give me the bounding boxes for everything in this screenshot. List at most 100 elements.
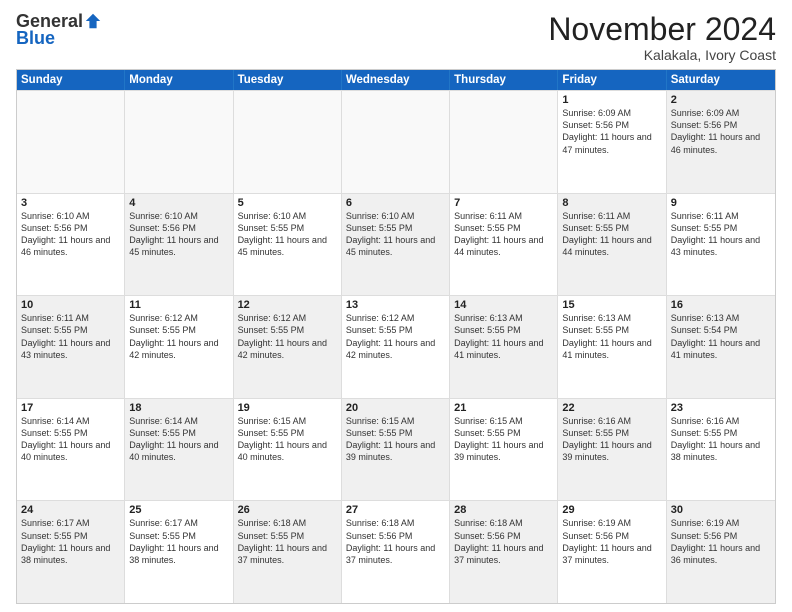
calendar-cell: 27Sunrise: 6:18 AMSunset: 5:56 PMDayligh… (342, 501, 450, 603)
calendar-row-4: 24Sunrise: 6:17 AMSunset: 5:55 PMDayligh… (17, 500, 775, 603)
day-number: 28 (454, 504, 553, 516)
day-number: 13 (346, 299, 445, 311)
logo: General Blue (16, 12, 102, 49)
calendar-header: SundayMondayTuesdayWednesdayThursdayFrid… (17, 70, 775, 90)
cell-info: Sunrise: 6:18 AMSunset: 5:56 PMDaylight:… (454, 517, 553, 566)
cell-info: Sunrise: 6:10 AMSunset: 5:56 PMDaylight:… (21, 210, 120, 259)
day-number: 30 (671, 504, 771, 516)
day-number: 18 (129, 402, 228, 414)
calendar-cell: 5Sunrise: 6:10 AMSunset: 5:55 PMDaylight… (234, 194, 342, 296)
logo-blue-text: Blue (16, 28, 55, 49)
calendar-cell: 25Sunrise: 6:17 AMSunset: 5:55 PMDayligh… (125, 501, 233, 603)
day-number: 12 (238, 299, 337, 311)
cell-info: Sunrise: 6:15 AMSunset: 5:55 PMDaylight:… (454, 415, 553, 464)
day-header-tuesday: Tuesday (234, 70, 342, 90)
calendar-cell: 15Sunrise: 6:13 AMSunset: 5:55 PMDayligh… (558, 296, 666, 398)
day-number: 9 (671, 197, 771, 209)
cell-info: Sunrise: 6:16 AMSunset: 5:55 PMDaylight:… (671, 415, 771, 464)
calendar-row-3: 17Sunrise: 6:14 AMSunset: 5:55 PMDayligh… (17, 398, 775, 501)
calendar: SundayMondayTuesdayWednesdayThursdayFrid… (16, 69, 776, 604)
calendar-cell: 6Sunrise: 6:10 AMSunset: 5:55 PMDaylight… (342, 194, 450, 296)
calendar-cell: 8Sunrise: 6:11 AMSunset: 5:55 PMDaylight… (558, 194, 666, 296)
calendar-cell (17, 91, 125, 193)
cell-info: Sunrise: 6:19 AMSunset: 5:56 PMDaylight:… (671, 517, 771, 566)
cell-info: Sunrise: 6:11 AMSunset: 5:55 PMDaylight:… (562, 210, 661, 259)
cell-info: Sunrise: 6:14 AMSunset: 5:55 PMDaylight:… (21, 415, 120, 464)
cell-info: Sunrise: 6:14 AMSunset: 5:55 PMDaylight:… (129, 415, 228, 464)
header: General Blue November 2024 Kalakala, Ivo… (16, 12, 776, 63)
day-number: 7 (454, 197, 553, 209)
day-number: 21 (454, 402, 553, 414)
calendar-cell (342, 91, 450, 193)
calendar-cell: 19Sunrise: 6:15 AMSunset: 5:55 PMDayligh… (234, 399, 342, 501)
calendar-cell: 21Sunrise: 6:15 AMSunset: 5:55 PMDayligh… (450, 399, 558, 501)
cell-info: Sunrise: 6:18 AMSunset: 5:55 PMDaylight:… (238, 517, 337, 566)
calendar-cell: 9Sunrise: 6:11 AMSunset: 5:55 PMDaylight… (667, 194, 775, 296)
cell-info: Sunrise: 6:13 AMSunset: 5:55 PMDaylight:… (454, 312, 553, 361)
cell-info: Sunrise: 6:10 AMSunset: 5:55 PMDaylight:… (346, 210, 445, 259)
cell-info: Sunrise: 6:10 AMSunset: 5:56 PMDaylight:… (129, 210, 228, 259)
cell-info: Sunrise: 6:17 AMSunset: 5:55 PMDaylight:… (21, 517, 120, 566)
calendar-cell: 20Sunrise: 6:15 AMSunset: 5:55 PMDayligh… (342, 399, 450, 501)
cell-info: Sunrise: 6:15 AMSunset: 5:55 PMDaylight:… (238, 415, 337, 464)
title-block: November 2024 Kalakala, Ivory Coast (548, 12, 776, 63)
calendar-cell: 1Sunrise: 6:09 AMSunset: 5:56 PMDaylight… (558, 91, 666, 193)
calendar-cell: 12Sunrise: 6:12 AMSunset: 5:55 PMDayligh… (234, 296, 342, 398)
day-number: 10 (21, 299, 120, 311)
day-number: 23 (671, 402, 771, 414)
day-number: 29 (562, 504, 661, 516)
cell-info: Sunrise: 6:11 AMSunset: 5:55 PMDaylight:… (671, 210, 771, 259)
calendar-row-2: 10Sunrise: 6:11 AMSunset: 5:55 PMDayligh… (17, 295, 775, 398)
day-number: 20 (346, 402, 445, 414)
calendar-cell: 3Sunrise: 6:10 AMSunset: 5:56 PMDaylight… (17, 194, 125, 296)
calendar-cell: 28Sunrise: 6:18 AMSunset: 5:56 PMDayligh… (450, 501, 558, 603)
calendar-cell: 7Sunrise: 6:11 AMSunset: 5:55 PMDaylight… (450, 194, 558, 296)
day-number: 27 (346, 504, 445, 516)
cell-info: Sunrise: 6:13 AMSunset: 5:55 PMDaylight:… (562, 312, 661, 361)
calendar-cell (125, 91, 233, 193)
calendar-cell: 22Sunrise: 6:16 AMSunset: 5:55 PMDayligh… (558, 399, 666, 501)
logo-icon (84, 12, 102, 30)
calendar-cell: 13Sunrise: 6:12 AMSunset: 5:55 PMDayligh… (342, 296, 450, 398)
day-number: 26 (238, 504, 337, 516)
calendar-cell: 4Sunrise: 6:10 AMSunset: 5:56 PMDaylight… (125, 194, 233, 296)
calendar-cell: 24Sunrise: 6:17 AMSunset: 5:55 PMDayligh… (17, 501, 125, 603)
calendar-cell: 11Sunrise: 6:12 AMSunset: 5:55 PMDayligh… (125, 296, 233, 398)
calendar-cell: 16Sunrise: 6:13 AMSunset: 5:54 PMDayligh… (667, 296, 775, 398)
calendar-row-1: 3Sunrise: 6:10 AMSunset: 5:56 PMDaylight… (17, 193, 775, 296)
calendar-cell: 14Sunrise: 6:13 AMSunset: 5:55 PMDayligh… (450, 296, 558, 398)
cell-info: Sunrise: 6:17 AMSunset: 5:55 PMDaylight:… (129, 517, 228, 566)
calendar-body: 1Sunrise: 6:09 AMSunset: 5:56 PMDaylight… (17, 90, 775, 603)
day-header-friday: Friday (558, 70, 666, 90)
page: General Blue November 2024 Kalakala, Ivo… (0, 0, 792, 612)
day-header-wednesday: Wednesday (342, 70, 450, 90)
day-number: 5 (238, 197, 337, 209)
calendar-cell: 23Sunrise: 6:16 AMSunset: 5:55 PMDayligh… (667, 399, 775, 501)
day-number: 8 (562, 197, 661, 209)
cell-info: Sunrise: 6:12 AMSunset: 5:55 PMDaylight:… (238, 312, 337, 361)
calendar-cell: 29Sunrise: 6:19 AMSunset: 5:56 PMDayligh… (558, 501, 666, 603)
day-number: 6 (346, 197, 445, 209)
calendar-cell: 10Sunrise: 6:11 AMSunset: 5:55 PMDayligh… (17, 296, 125, 398)
day-header-sunday: Sunday (17, 70, 125, 90)
cell-info: Sunrise: 6:09 AMSunset: 5:56 PMDaylight:… (562, 107, 661, 156)
day-number: 16 (671, 299, 771, 311)
day-header-monday: Monday (125, 70, 233, 90)
day-number: 17 (21, 402, 120, 414)
day-number: 11 (129, 299, 228, 311)
cell-info: Sunrise: 6:13 AMSunset: 5:54 PMDaylight:… (671, 312, 771, 361)
day-number: 2 (671, 94, 771, 106)
month-title: November 2024 (548, 12, 776, 47)
day-number: 19 (238, 402, 337, 414)
cell-info: Sunrise: 6:11 AMSunset: 5:55 PMDaylight:… (454, 210, 553, 259)
calendar-cell: 17Sunrise: 6:14 AMSunset: 5:55 PMDayligh… (17, 399, 125, 501)
day-number: 15 (562, 299, 661, 311)
day-number: 3 (21, 197, 120, 209)
cell-info: Sunrise: 6:19 AMSunset: 5:56 PMDaylight:… (562, 517, 661, 566)
calendar-cell (234, 91, 342, 193)
day-number: 14 (454, 299, 553, 311)
calendar-row-0: 1Sunrise: 6:09 AMSunset: 5:56 PMDaylight… (17, 90, 775, 193)
calendar-cell: 26Sunrise: 6:18 AMSunset: 5:55 PMDayligh… (234, 501, 342, 603)
day-number: 24 (21, 504, 120, 516)
day-number: 4 (129, 197, 228, 209)
